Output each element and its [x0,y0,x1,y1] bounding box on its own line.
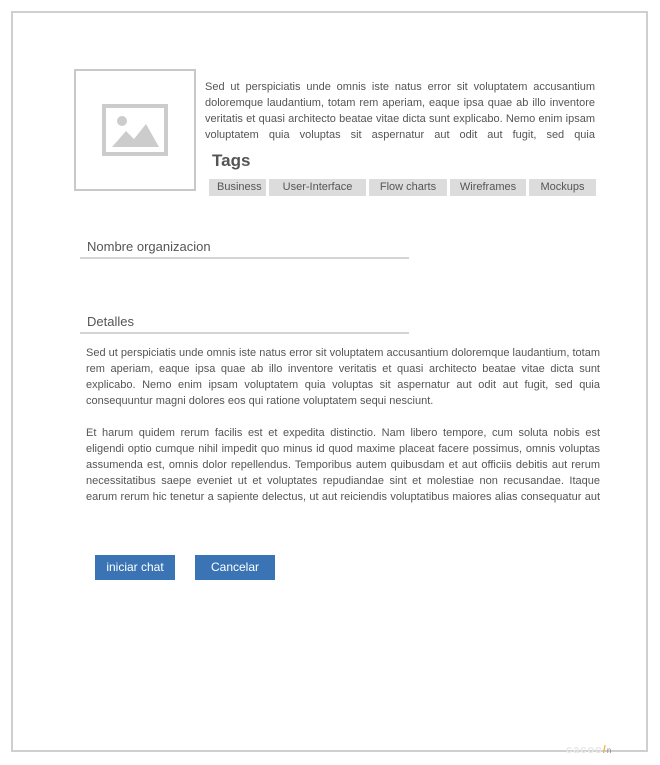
details-field-line [80,332,409,334]
tag-business[interactable]: Business [209,179,266,196]
intro-text: Sed ut perspiciatis unde omnis iste natu… [205,81,595,141]
organization-field[interactable] [80,257,409,259]
tags-title: Tags [212,151,251,170]
image-placeholder [74,69,196,191]
tags-list: Business User-Interface Flow charts Wire… [209,179,596,196]
cancel-button[interactable]: Cancelar [195,555,275,580]
details-text: Sed ut perspiciatis unde omnis iste natu… [86,345,600,505]
details-paragraph-1: Sed ut perspiciatis unde omnis iste natu… [86,347,600,407]
tag-mockups[interactable]: Mockups [529,179,596,196]
organization-label: Nombre organizacion [87,239,211,254]
tag-user-interface[interactable]: User-Interface [269,179,366,196]
details-label: Detalles [87,314,134,329]
tag-flow-charts[interactable]: Flow charts [369,179,447,196]
start-chat-button[interactable]: iniciar chat [95,555,175,580]
image-icon [102,104,168,156]
watermark-logo: cacoo/n [566,744,612,756]
tag-wireframes[interactable]: Wireframes [450,179,526,196]
details-paragraph-2: Et harum quidem rerum facilis est et exp… [86,427,600,503]
